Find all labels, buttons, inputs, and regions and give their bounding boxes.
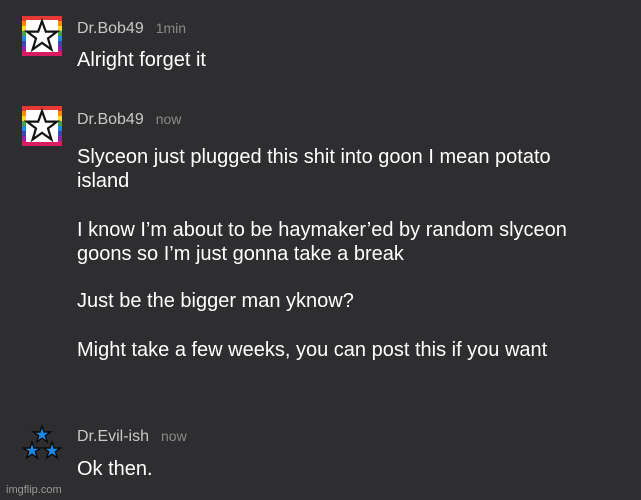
message-text: Alright forget it [77, 49, 206, 71]
timestamp: now [155, 111, 182, 127]
timestamp: 1min [155, 20, 187, 36]
message-text: Slyceon just plugged this shit into goon… [77, 146, 551, 192]
timestamp: now [161, 428, 187, 444]
avatar[interactable] [22, 16, 62, 56]
rainbow-star-icon [22, 16, 62, 56]
message-text: Just be the bigger man yknow? [77, 290, 354, 312]
author-name[interactable]: Dr.Bob49 [77, 20, 144, 37]
message-text: I know I’m about to be haymaker’ed by ra… [77, 219, 567, 265]
watermark: imgflip.com [6, 484, 62, 496]
avatar[interactable] [22, 106, 62, 146]
author-name[interactable]: Dr.Bob49 [77, 111, 144, 128]
message-text: Ok then. [77, 458, 153, 480]
rainbow-star-icon [22, 106, 62, 146]
message-header: Dr.Evil-ish now [77, 428, 187, 446]
avatar[interactable] [22, 424, 62, 464]
author-name[interactable]: Dr.Evil-ish [77, 428, 149, 445]
blue-stars-icon [22, 424, 62, 460]
message-text: Might take a few weeks, you can post thi… [77, 339, 548, 361]
message-header: Dr.Bob49 now [77, 111, 181, 129]
message-header: Dr.Bob49 1min [77, 20, 186, 38]
